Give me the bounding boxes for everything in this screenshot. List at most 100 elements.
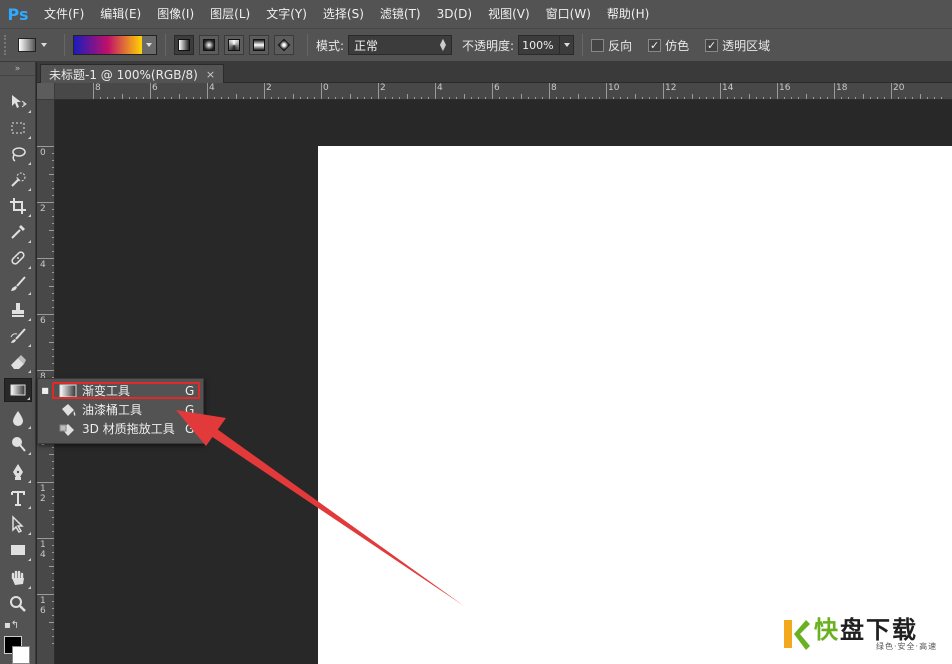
drop-icon [13,411,23,426]
ruler-major-tick [663,83,664,99]
close-icon[interactable]: × [206,68,215,81]
default-colors-icon[interactable]: ▪↰ [4,620,19,631]
menu-select[interactable]: 选择(S) [315,0,372,28]
gradient-tool[interactable] [4,378,32,402]
opacity-label: 不透明度: [462,38,515,53]
watermark-brand-name: 盘下载 [840,615,918,644]
blur-tool[interactable] [4,406,32,430]
options-grip[interactable] [4,35,12,55]
radial-gradient-button[interactable] [199,35,219,55]
pen-tool[interactable] [4,460,32,484]
marquee-tool[interactable] [4,116,32,140]
separator [165,34,166,56]
angle-gradient-icon [228,39,240,51]
submenu-indicator [28,586,31,589]
eyedropper-tool[interactable] [4,220,32,244]
document-canvas[interactable] [318,146,952,664]
opacity-field[interactable]: 100% [518,35,575,55]
brush-tool[interactable] [4,272,32,296]
ruler-label: 14 [722,83,734,93]
diamond-gradient-button[interactable] [274,35,294,55]
submenu-indicator [28,214,31,217]
opacity-dropdown-button[interactable] [559,36,573,54]
ruler-major-tick [37,202,54,203]
stamp-tool[interactable] [4,298,32,322]
quick-select-icon [11,172,26,187]
dither-checkbox[interactable]: ✓ [648,38,662,52]
ruler-major-tick [37,482,54,483]
quick-select-tool[interactable] [4,168,32,192]
mode-select[interactable]: 正常 ▲ ▼ [348,35,453,55]
crop-tool[interactable] [4,194,32,218]
magnifier-icon [10,596,26,612]
watermark-char: 快 [814,615,840,644]
gradient-picker[interactable] [73,35,157,55]
reflected-gradient-button[interactable] [249,35,269,55]
ruler-major-tick [37,370,54,371]
transparency-checkbox[interactable]: ✓ [705,38,719,52]
history-brush-tool[interactable] [4,324,32,348]
shape-tool[interactable] [4,538,32,562]
menu-image[interactable]: 图像(I) [149,0,202,28]
linear-gradient-button[interactable] [174,35,194,55]
path-select-tool[interactable] [4,512,32,536]
dodge-tool[interactable] [4,432,32,456]
submenu-indicator [28,480,31,483]
ruler-label: 16 [779,83,791,93]
document-tab[interactable]: 未标题-1 @ 100%(RGB/8) × [40,64,225,83]
updown-arrows-icon: ▲ ▼ [439,37,447,52]
menu-type[interactable]: 文字(Y) [258,0,315,28]
submenu-indicator [28,370,31,373]
transparency-checkbox-group[interactable]: ✓ 透明区域 [705,37,774,54]
menu-filter[interactable]: 滤镜(T) [372,0,429,28]
gradient-tool-preset-icon [18,38,36,52]
opacity-value[interactable]: 100% [519,39,559,52]
menu-help[interactable]: 帮助(H) [599,0,657,28]
zoom-tool[interactable] [4,592,32,616]
hand-tool[interactable] [4,566,32,590]
linear-gradient-icon [178,39,190,51]
selected-bullet-icon: ■ [41,386,49,395]
menu-window[interactable]: 窗口(W) [538,0,599,28]
shortcut-key: G [185,421,195,436]
healing-tool[interactable] [4,246,32,270]
ruler-label: 6 [40,316,46,326]
submenu-indicator [28,318,31,321]
ruler-label: 1 [40,596,46,606]
chevron-down-icon [41,43,47,47]
reverse-checkbox-group[interactable]: 反向 [591,37,636,54]
ruler-label: 2 [40,204,46,214]
flyout-item-paint-bucket[interactable]: 油漆桶工具 G [38,400,205,419]
dodge-icon [12,437,26,452]
menu-3d[interactable]: 3D(D) [429,0,480,28]
ruler-major-tick [37,146,54,147]
menu-file[interactable]: 文件(F) [36,0,92,28]
ruler-label: 2 [40,494,46,504]
gradient-preview[interactable] [74,36,142,54]
tool-preset-picker[interactable] [18,33,56,57]
menu-edit[interactable]: 编辑(E) [92,0,149,28]
dither-checkbox-group[interactable]: ✓ 仿色 [648,37,693,54]
gradient-dropdown-button[interactable] [142,36,156,54]
lasso-tool[interactable] [4,142,32,166]
diamond-gradient-icon [277,38,291,52]
submenu-indicator [28,240,31,243]
type-tool[interactable] [4,486,32,510]
ruler-origin[interactable] [37,83,55,100]
ruler-major-tick [37,258,54,259]
angle-gradient-button[interactable] [224,35,244,55]
move-tool[interactable] [4,90,32,114]
menu-layer[interactable]: 图层(L) [202,0,258,28]
background-color-swatch[interactable] [12,646,30,664]
ruler-label: 0 [323,83,329,93]
submenu-indicator [28,292,31,295]
reverse-checkbox[interactable] [591,38,605,52]
submenu-indicator [28,344,31,347]
horizontal-ruler[interactable]: 8 6 4 2 0 2 4 6 8 10 12 14 16 18 20 [55,83,952,100]
ruler-label: 1 [40,540,46,550]
flyout-item-3d-material-drop[interactable]: 3D 材质拖放工具 G [38,419,205,438]
menu-view[interactable]: 视图(V) [480,0,538,28]
tools-panel-collapse-icon[interactable]: » [0,62,35,76]
eraser-tool[interactable] [4,350,32,374]
separator [582,34,584,56]
